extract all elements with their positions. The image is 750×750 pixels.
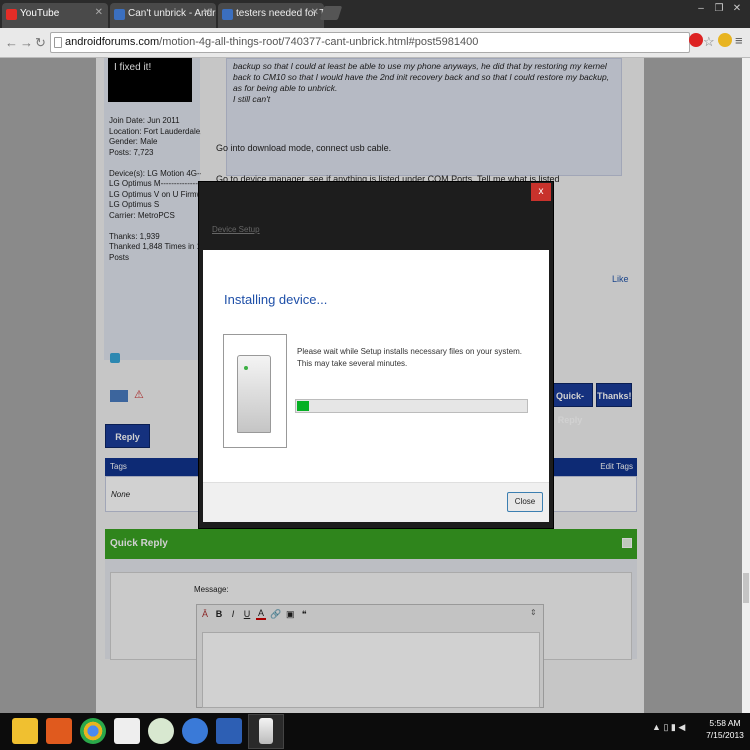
menu-icon[interactable]: ≡ — [735, 33, 743, 48]
browser-toolbar: ← → ↻ androidforums.com/motion-4g-all-th… — [0, 28, 750, 58]
forum-icon — [114, 9, 125, 20]
file-explorer-icon[interactable] — [12, 718, 38, 744]
adblock-icon[interactable] — [689, 33, 703, 47]
close-icon[interactable]: ✕ — [311, 7, 319, 18]
youtube-icon — [6, 9, 17, 20]
paint-icon[interactable] — [46, 718, 72, 744]
page-scrollbar[interactable] — [742, 58, 750, 713]
window-close-icon[interactable]: ✕ — [728, 2, 746, 16]
dialog-message: Please wait while Setup installs necessa… — [297, 347, 522, 368]
device-setup-task-icon[interactable] — [259, 718, 273, 744]
clock-time: 5:58 AM — [709, 718, 741, 728]
computer-tower-icon — [237, 355, 271, 433]
tab-testers-needed[interactable]: testers needed for TWRP ✕ — [218, 3, 324, 28]
progress-fill — [297, 401, 309, 411]
reload-icon[interactable]: ↻ — [35, 35, 46, 51]
tray-expand-icon[interactable]: ▲ — [652, 722, 661, 732]
dialog-title: Device Setup — [212, 225, 260, 234]
browser-tabstrip: YouTube ✕ Can't unbrick - Android F ✕ te… — [0, 0, 750, 28]
new-tab-button[interactable] — [319, 6, 343, 20]
extension-icon[interactable] — [718, 33, 732, 47]
signal-icon[interactable]: ▮ — [671, 722, 676, 732]
scrollbar-thumb[interactable] — [743, 573, 749, 603]
close-button[interactable]: Close — [507, 492, 543, 512]
utorrent-icon[interactable] — [148, 718, 174, 744]
power-led-icon — [244, 366, 248, 370]
clock-date: 7/15/2013 — [706, 730, 744, 740]
back-icon[interactable]: ← — [5, 35, 18, 50]
word-icon[interactable] — [216, 718, 242, 744]
url-host: androidforums.com — [65, 36, 160, 48]
tab-cant-unbrick[interactable]: Can't unbrick - Android F ✕ — [110, 3, 216, 28]
address-bar[interactable]: androidforums.com/motion-4g-all-things-r… — [50, 32, 690, 53]
chrome-icon[interactable] — [80, 718, 106, 744]
window-controls: – ❐ ✕ — [692, 2, 746, 16]
page-icon — [54, 37, 62, 48]
close-icon[interactable]: ✕ — [95, 7, 103, 18]
forum-icon — [222, 9, 233, 20]
close-icon[interactable]: ✕ — [203, 7, 211, 18]
url-path: /motion-4g-all-things-root/740377-cant-u… — [159, 36, 479, 48]
restore-icon[interactable]: ❐ — [710, 2, 728, 16]
install-progress-bar — [295, 399, 528, 413]
bookmark-star-icon[interactable]: ☆ — [703, 34, 715, 50]
taskbar — [0, 713, 750, 750]
system-tray: ▲ ▯ ▮ ◀ — [652, 722, 685, 733]
tab-youtube[interactable]: YouTube ✕ — [2, 3, 108, 28]
volume-icon[interactable]: ◀ — [678, 722, 685, 732]
tab-label: YouTube — [20, 8, 60, 19]
network-icon[interactable]: ▯ — [663, 722, 668, 732]
forward-icon[interactable]: → — [20, 35, 33, 50]
itunes-icon[interactable] — [182, 718, 208, 744]
dialog-close-icon[interactable]: x — [531, 183, 551, 201]
system-clock[interactable]: 5:58 AM 7/15/2013 — [706, 717, 744, 741]
dialog-heading: Installing device... — [224, 292, 328, 307]
minimize-icon[interactable]: – — [692, 2, 710, 16]
dialog-footer — [203, 482, 549, 522]
notepad-icon[interactable] — [114, 718, 140, 744]
